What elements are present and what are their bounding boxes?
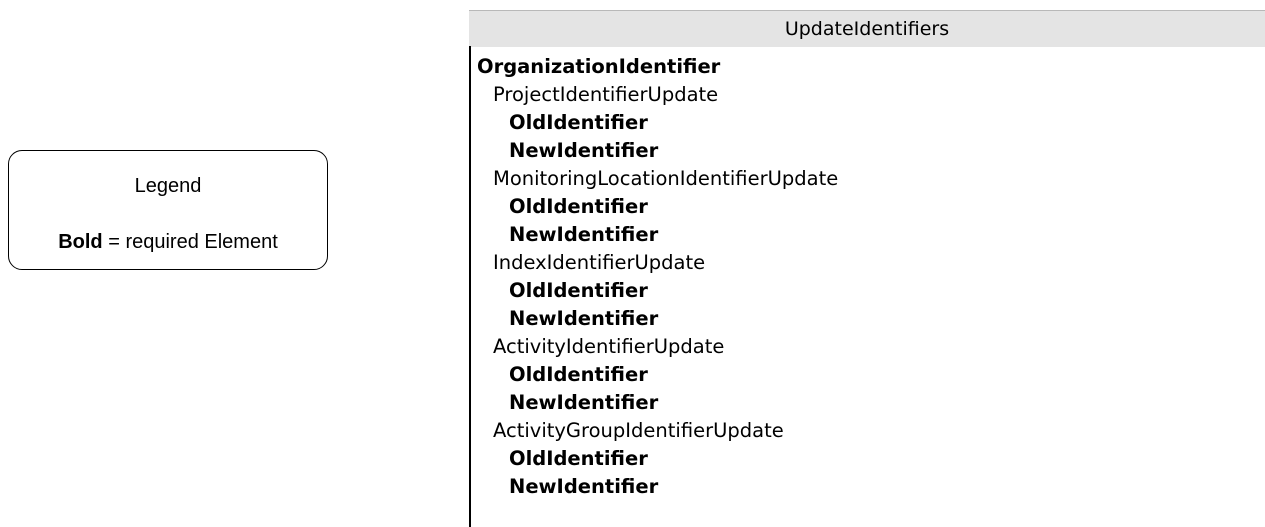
tree-element-monitoring-location-identifier-update: MonitoringLocationIdentifierUpdate bbox=[493, 167, 839, 190]
legend-description: Bold = required Element bbox=[9, 231, 327, 254]
tree-element-new-identifier: NewIdentifier bbox=[509, 391, 659, 414]
tree-element-new-identifier: NewIdentifier bbox=[509, 475, 659, 498]
tree-element-activity-identifier-update: ActivityIdentifierUpdate bbox=[493, 335, 725, 358]
tree-element-old-identifier: OldIdentifier bbox=[509, 447, 648, 470]
tree-element-organization-identifier: OrganizationIdentifier bbox=[477, 55, 721, 78]
tree-element-new-identifier: NewIdentifier bbox=[509, 139, 659, 162]
update-identifiers-panel: UpdateIdentifiers OrganizationIdentifier… bbox=[469, 10, 1265, 527]
legend-title: Legend bbox=[134, 175, 202, 197]
legend-description-text: = required Element bbox=[102, 231, 278, 253]
tree-element-old-identifier: OldIdentifier bbox=[509, 363, 648, 386]
legend-bold-word: Bold bbox=[58, 231, 103, 253]
tree-element-old-identifier: OldIdentifier bbox=[509, 195, 648, 218]
panel-divider bbox=[469, 46, 471, 527]
tree-element-index-identifier-update: IndexIdentifierUpdate bbox=[493, 251, 706, 274]
tree-element-project-identifier-update: ProjectIdentifierUpdate bbox=[493, 83, 719, 106]
element-tree: OrganizationIdentifier ProjectIdentifierU… bbox=[477, 53, 838, 501]
tree-element-activity-group-identifier-update: ActivityGroupIdentifierUpdate bbox=[493, 419, 784, 442]
panel-title: UpdateIdentifiers bbox=[469, 10, 1265, 47]
tree-element-old-identifier: OldIdentifier bbox=[509, 111, 648, 134]
tree-element-new-identifier: NewIdentifier bbox=[509, 307, 659, 330]
legend-box: Legend Bold = required Element bbox=[8, 150, 328, 270]
tree-element-new-identifier: NewIdentifier bbox=[509, 223, 659, 246]
tree-element-old-identifier: OldIdentifier bbox=[509, 279, 648, 302]
